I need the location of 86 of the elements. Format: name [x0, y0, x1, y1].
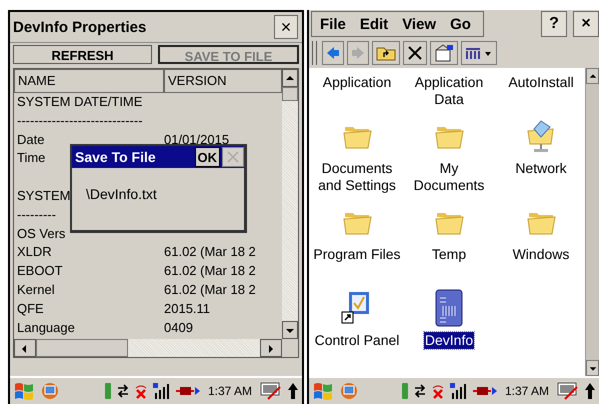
back-button[interactable]: [322, 41, 344, 65]
sync-arrows-icon[interactable]: [414, 384, 426, 398]
scroll-up-button[interactable]: [282, 69, 298, 87]
file-item-label[interactable]: Temp: [430, 246, 468, 280]
keyboard-icon[interactable]: [557, 381, 579, 401]
name-cell: Language: [17, 318, 75, 337]
name-cell: -----------------------------: [17, 112, 143, 130]
file-item-label[interactable]: DevInfo: [424, 332, 474, 349]
version-cell: 01/01/2015: [164, 130, 230, 149]
vertical-scrollbar[interactable]: [585, 68, 599, 376]
name-cell: OS Vers: [17, 224, 66, 243]
name-cell: XLDR: [17, 243, 52, 262]
version-cell: 61.02 (Mar 18 2: [164, 280, 256, 299]
clock-time[interactable]: 1:37 AM: [504, 384, 549, 398]
start-flag-icon[interactable]: [13, 381, 35, 401]
name-cell: ---------: [17, 206, 56, 224]
properties-button[interactable]: [430, 41, 458, 65]
delete-button[interactable]: [403, 41, 427, 65]
up-arrow-icon[interactable]: [287, 382, 299, 400]
window-title: DevInfo Properties: [13, 18, 148, 36]
up-arrow-icon[interactable]: [584, 382, 596, 400]
column-header[interactable]: VERSION: [164, 69, 282, 93]
forward-button[interactable]: [347, 41, 369, 65]
horizontal-scrollbar[interactable]: [14, 339, 282, 357]
column-header[interactable]: NAME: [14, 69, 164, 93]
version-cell: 61.02 (Mar 18 2: [164, 243, 256, 262]
menu-item[interactable]: Go: [450, 16, 471, 32]
view-menu-icon: [465, 46, 493, 60]
file-item-label[interactable]: Application Data: [403, 74, 495, 108]
back-icon: [326, 46, 340, 60]
properties-icon: [434, 44, 454, 62]
scroll-down-button[interactable]: [586, 360, 599, 376]
menu-item[interactable]: File: [320, 16, 346, 32]
app-window-icon[interactable]: [339, 381, 359, 401]
close-button[interactable]: ×: [274, 15, 298, 39]
scroll-left-button[interactable]: [14, 339, 36, 357]
file-item-label[interactable]: Windows: [512, 246, 570, 280]
scrollbar-thumb[interactable]: [36, 339, 128, 357]
version-cell: 0409: [164, 318, 193, 337]
scrollbar-thumb[interactable]: [282, 87, 298, 101]
scroll-up-button[interactable]: [586, 68, 599, 84]
up-folder-button[interactable]: [372, 41, 400, 65]
disconnected-x-icon[interactable]: [134, 383, 148, 399]
chip-icon[interactable]: [434, 288, 464, 328]
file-item-label[interactable]: Application: [322, 74, 392, 108]
app-window-icon[interactable]: [40, 381, 60, 401]
menu-item[interactable]: Edit: [360, 16, 388, 32]
disconnected-x-icon[interactable]: [430, 383, 445, 399]
close-button[interactable]: ×: [573, 11, 599, 37]
help-button[interactable]: ?: [541, 11, 567, 37]
battery-icon[interactable]: [472, 386, 497, 396]
signal-bars-icon[interactable]: [450, 382, 468, 400]
vertical-scrollbar[interactable]: [282, 69, 298, 339]
name-cell: SYSTEM DATE/TIME: [17, 93, 142, 111]
file-item-label[interactable]: Documents and Settings: [311, 160, 403, 194]
battery-icon[interactable]: [176, 386, 200, 396]
toolbar-grip: [312, 41, 317, 65]
version-cell: 61.02 (Mar 18 2: [164, 262, 256, 280]
file-path-text: \DevInfo.txt: [86, 186, 158, 202]
scroll-right-button[interactable]: [260, 339, 282, 357]
file-item-label[interactable]: AutoInstall: [507, 74, 575, 108]
refresh-button[interactable]: REFRESH: [13, 45, 152, 64]
dialog-title: Save To File: [75, 149, 157, 165]
view-menu-button[interactable]: [461, 41, 497, 65]
name-cell: Time: [17, 149, 46, 168]
start-flag-icon[interactable]: [312, 381, 334, 401]
scroll-down-button[interactable]: [282, 321, 298, 339]
forward-icon: [351, 46, 365, 60]
keyboard-icon[interactable]: [260, 381, 282, 401]
signal-bars-icon[interactable]: [152, 382, 171, 400]
file-item-label[interactable]: My Documents: [403, 160, 495, 194]
sync-arrows-icon[interactable]: [116, 384, 129, 398]
version-cell: 2015.11: [164, 300, 210, 318]
file-item-label[interactable]: Program Files: [312, 246, 402, 280]
name-cell: Kernel: [17, 280, 55, 299]
name-cell: QFE: [17, 300, 44, 318]
name-cell: SYSTEM: [17, 186, 70, 205]
up-folder-icon: [376, 45, 396, 61]
ok-button[interactable]: OK: [194, 147, 220, 167]
delete-icon: [407, 45, 423, 61]
name-cell: Date: [17, 130, 44, 149]
name-cell: EBOOT: [17, 262, 63, 280]
clock-time[interactable]: 1:37 AM: [208, 384, 252, 398]
file-item-label[interactable]: Network: [514, 160, 568, 194]
menu-item[interactable]: View: [402, 16, 436, 32]
file-item-label[interactable]: Control Panel: [314, 332, 400, 366]
